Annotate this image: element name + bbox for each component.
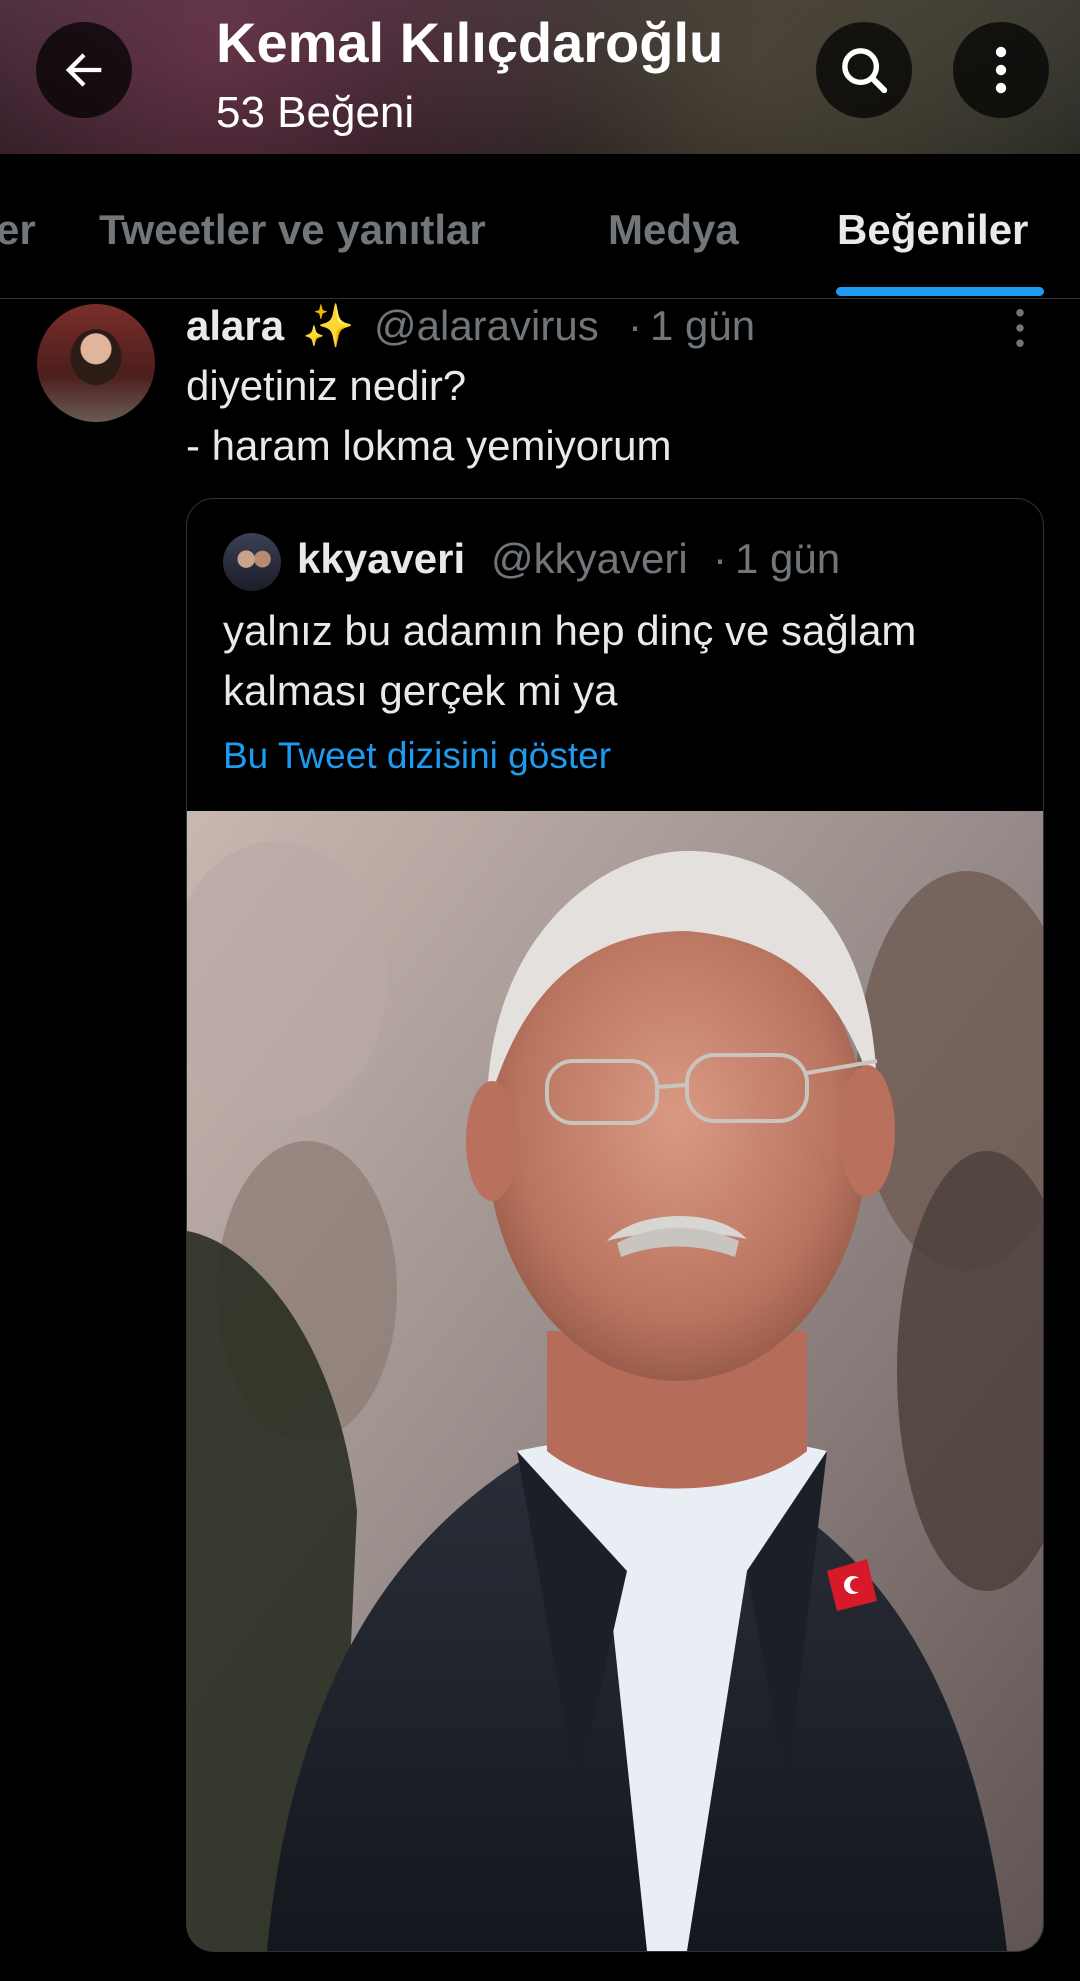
tweet-timestamp[interactable]: 1 gün — [650, 302, 755, 350]
profile-tabs: er Tweetler ve yanıtlar Medya Beğeniler — [0, 154, 1080, 299]
tweet-author-name[interactable]: alara — [186, 302, 284, 350]
quoted-tweet-photo[interactable] — [187, 811, 1043, 1951]
tab-media[interactable]: Medya — [608, 206, 739, 254]
portrait-photo — [187, 811, 1043, 1951]
quoted-author-name: kkyaveri — [297, 535, 466, 582]
sparkles-emoji: ✨ — [302, 302, 355, 349]
show-thread-link[interactable]: Bu Tweet dizisini göster — [223, 735, 611, 777]
back-arrow-icon — [65, 53, 102, 87]
separator-dot: · — [628, 302, 642, 349]
search-icon — [842, 48, 888, 94]
tab-tweets-and-replies[interactable]: Tweetler ve yanıtlar — [99, 206, 486, 254]
tab-likes[interactable]: Beğeniler — [837, 206, 1028, 254]
separator-dot: · — [713, 535, 727, 582]
tweet-text-line: - haram lokma yemiyorum — [186, 422, 672, 469]
back-button[interactable] — [36, 22, 132, 118]
quoted-text-line: kalması gerçek mi ya — [223, 667, 618, 714]
more-options-button[interactable] — [953, 22, 1049, 118]
likes-count: 53 Beğeni — [216, 88, 415, 137]
avatar[interactable] — [37, 304, 155, 422]
page-title: Kemal Kılıçdaroğlu — [216, 11, 724, 74]
profile-header: Kemal Kılıçdaroğlu 53 Beğeni — [0, 0, 1080, 154]
quoted-text-line: yalnız bu adamın hep dinç ve sağlam — [223, 607, 917, 654]
quoted-tweet-card[interactable]: kkyaveri @kkyaveri · 1 gün yalnız bu ada… — [186, 498, 1044, 1952]
quoted-timestamp: 1 gün — [735, 535, 841, 582]
more-vertical-icon — [995, 46, 1007, 94]
more-vertical-icon — [1016, 309, 1024, 347]
tweet-text-line: diyetiniz nedir? — [186, 362, 467, 409]
search-button[interactable] — [816, 22, 912, 118]
quoted-author-handle: @kkyaveri — [491, 535, 688, 582]
quoted-avatar — [223, 533, 281, 591]
tab-replies-partial[interactable]: er — [0, 206, 36, 254]
tweet-author-handle[interactable]: @alaravirus — [374, 302, 599, 350]
tweet-more-button[interactable] — [1008, 306, 1032, 350]
active-tab-indicator — [836, 287, 1044, 296]
